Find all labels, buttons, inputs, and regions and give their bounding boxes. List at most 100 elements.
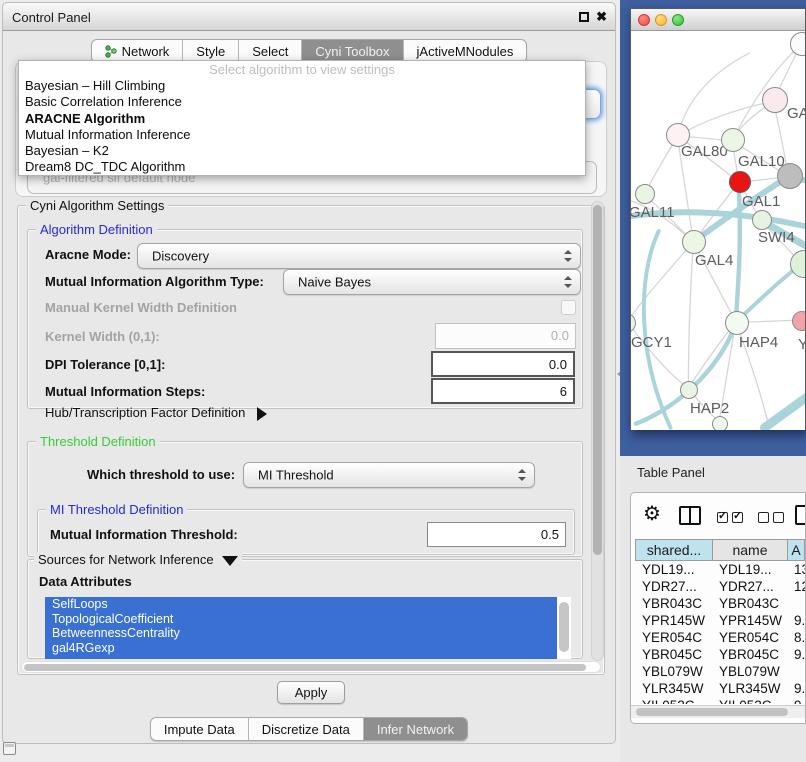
kernel-width-label: Kernel Width (0,1): — [45, 329, 160, 344]
network-node[interactable] — [712, 416, 728, 430]
tab-network[interactable]: Network — [92, 40, 184, 62]
table-cell: 9. — [787, 646, 805, 663]
tab-impute-data[interactable]: Impute Data — [151, 718, 249, 740]
control-panel-titlebar[interactable]: Control Panel ✖ — [3, 3, 615, 31]
settings-vscrollbar-thumb[interactable] — [593, 205, 602, 555]
table-row[interactable]: YIL052CYIL052C9 — [635, 697, 805, 704]
table-row[interactable]: YER054CYER054C8. — [635, 629, 805, 646]
sources-group-title[interactable]: Sources for Network Inference — [34, 552, 242, 567]
network-window-titlebar[interactable] — [631, 9, 805, 31]
close-traffic-light-icon[interactable] — [638, 14, 650, 26]
network-node-gal10[interactable] — [721, 128, 745, 152]
checked-box-icon — [732, 512, 743, 523]
table-cell: 12 — [787, 578, 805, 595]
table-cell: YBR045C — [712, 646, 787, 663]
select-all-columns-icon[interactable] — [717, 510, 747, 528]
algorithm-definition-title: Algorithm Definition — [36, 222, 157, 237]
kernel-width-field[interactable]: 0.0 — [435, 323, 576, 349]
table-panel-area: Table Panel ⚙ shared...nameA YDL19...YDL… — [620, 456, 806, 762]
zoom-traffic-light-icon[interactable] — [672, 14, 684, 26]
table-row[interactable]: YBR045CYBR045C9. — [635, 646, 805, 663]
algorithm-option[interactable]: Mutual Information Inference — [19, 127, 585, 143]
export-table-icon[interactable] — [795, 505, 806, 525]
algorithm-option[interactable]: ARACNE Algorithm — [19, 111, 585, 127]
network-node-hap2[interactable] — [680, 381, 698, 399]
attribute-list-item[interactable]: gal4RGexp — [45, 641, 557, 656]
tab-jactivemnodules[interactable]: jActiveMNodules — [404, 40, 527, 62]
dpi-tolerance-field[interactable]: 0.0 — [431, 351, 575, 377]
network-node-hap4[interactable] — [725, 311, 749, 335]
table-hscrollbar-thumb[interactable] — [636, 708, 788, 716]
attribute-list-item[interactable]: TopologicalCoefficient — [45, 612, 557, 627]
tab-style[interactable]: Style — [183, 40, 239, 62]
node-label: HAP2 — [690, 400, 729, 417]
aracne-mode-combo[interactable]: Discovery — [137, 243, 581, 269]
tab-cyni-toolbox[interactable]: Cyni Toolbox — [302, 40, 403, 62]
float-window-icon[interactable] — [579, 12, 589, 22]
mi-threshold-group-title: MI Threshold Definition — [46, 502, 187, 517]
table-cell: YDR27... — [712, 578, 787, 595]
table-cell: YIL052C — [635, 697, 712, 704]
split-columns-icon[interactable] — [679, 506, 701, 525]
table-row[interactable]: YDR27...YDR27...12 — [635, 578, 805, 595]
network-node[interactable] — [777, 163, 803, 189]
deselect-all-columns-icon[interactable] — [758, 510, 788, 528]
mi-steps-label: Mutual Information Steps: — [45, 384, 205, 399]
mi-threshold-field[interactable]: 0.5 — [427, 522, 566, 547]
hub-section-toggle[interactable]: Hub/Transcription Factor Definition — [45, 405, 267, 421]
mi-type-combo[interactable]: Naive Bayes — [283, 269, 581, 295]
restore-panel-icon[interactable] — [3, 742, 16, 755]
apply-button[interactable]: Apply — [277, 681, 345, 704]
table-row[interactable]: YBR043CYBR043C — [635, 595, 805, 612]
algorithm-popup-items: Bayesian – Hill ClimbingBasic Correlatio… — [19, 78, 585, 176]
collapse-down-icon — [222, 556, 238, 566]
algorithm-option[interactable]: Bayesian – K2 — [19, 143, 585, 159]
table-cell — [787, 663, 805, 680]
table-cell: YBL079W — [712, 663, 787, 680]
table-row[interactable]: YDL19...YDL19...13 — [635, 561, 805, 578]
table-row[interactable]: YPR145WYPR145W9. — [635, 612, 805, 629]
network-node-gal1[interactable] — [729, 171, 751, 193]
network-view-window: GALGAL80GAL10GAL1GAL11SWI4GAL4GCY1HAP4YH… — [630, 8, 806, 430]
which-threshold-combo[interactable]: MI Threshold — [243, 462, 535, 488]
network-canvas[interactable]: GALGAL80GAL10GAL1GAL11SWI4GAL4GCY1HAP4YH… — [631, 31, 805, 430]
table-cell: YBR045C — [635, 646, 712, 663]
algorithm-option[interactable]: Basic Correlation Inference — [19, 94, 585, 110]
table-hscrollbar[interactable] — [631, 705, 805, 718]
cyni-settings-title: Cyni Algorithm Settings — [26, 198, 168, 213]
tab-infer-network[interactable]: Infer Network — [364, 718, 467, 740]
dpi-tolerance-label: DPI Tolerance [0,1]: — [45, 357, 165, 372]
column-header-A[interactable]: A — [788, 540, 805, 560]
network-desktop: GALGAL80GAL10GAL1GAL11SWI4GAL4GCY1HAP4YH… — [620, 0, 806, 456]
table-row[interactable]: YLR345WYLR345W9. — [635, 680, 805, 697]
mi-type-label: Mutual Information Algorithm Type: — [45, 274, 264, 289]
minimize-traffic-light-icon[interactable] — [655, 14, 667, 26]
settings-hscrollbar-thumb[interactable] — [24, 664, 586, 671]
network-node-swi4[interactable] — [752, 210, 772, 230]
table-row[interactable]: YBL079WYBL079W — [635, 663, 805, 680]
list-scrollbar-thumb[interactable] — [559, 602, 569, 652]
algorithm-option[interactable]: Dream8 DC_TDC Algorithm — [19, 159, 585, 175]
tab-discretize-data[interactable]: Discretize Data — [249, 718, 364, 740]
algorithm-popup: Select algorithm to view settings Bayesi… — [18, 60, 586, 176]
column-header-name[interactable]: name — [713, 540, 788, 560]
network-node-gal11[interactable] — [635, 184, 655, 204]
close-icon[interactable]: ✖ — [596, 9, 607, 25]
stepper-icon — [564, 250, 571, 262]
gear-icon[interactable]: ⚙ — [643, 501, 661, 526]
network-node-gal[interactable] — [762, 87, 788, 113]
network-node-y[interactable] — [792, 311, 805, 331]
mi-steps-field[interactable]: 6 — [431, 378, 575, 404]
data-attributes-list[interactable]: SelfLoopsTopologicalCoefficientBetweenne… — [45, 597, 571, 659]
network-node-gal4[interactable] — [682, 230, 706, 254]
attribute-list-item[interactable]: BetweennessCentrality — [45, 626, 557, 641]
manual-kernel-checkbox[interactable] — [561, 300, 576, 315]
settings-hscrollbar[interactable] — [21, 661, 601, 673]
column-header-shared...[interactable]: shared... — [636, 540, 713, 560]
threshold-group-title: Threshold Definition — [36, 434, 160, 449]
table-cell: 9. — [787, 612, 805, 629]
algorithm-option[interactable]: Bayesian – Hill Climbing — [19, 78, 585, 94]
control-panel-bottom-tabs: Impute DataDiscretize DataInfer Network — [150, 717, 468, 741]
attribute-list-item[interactable]: SelfLoops — [45, 597, 557, 612]
tab-select[interactable]: Select — [239, 40, 302, 62]
